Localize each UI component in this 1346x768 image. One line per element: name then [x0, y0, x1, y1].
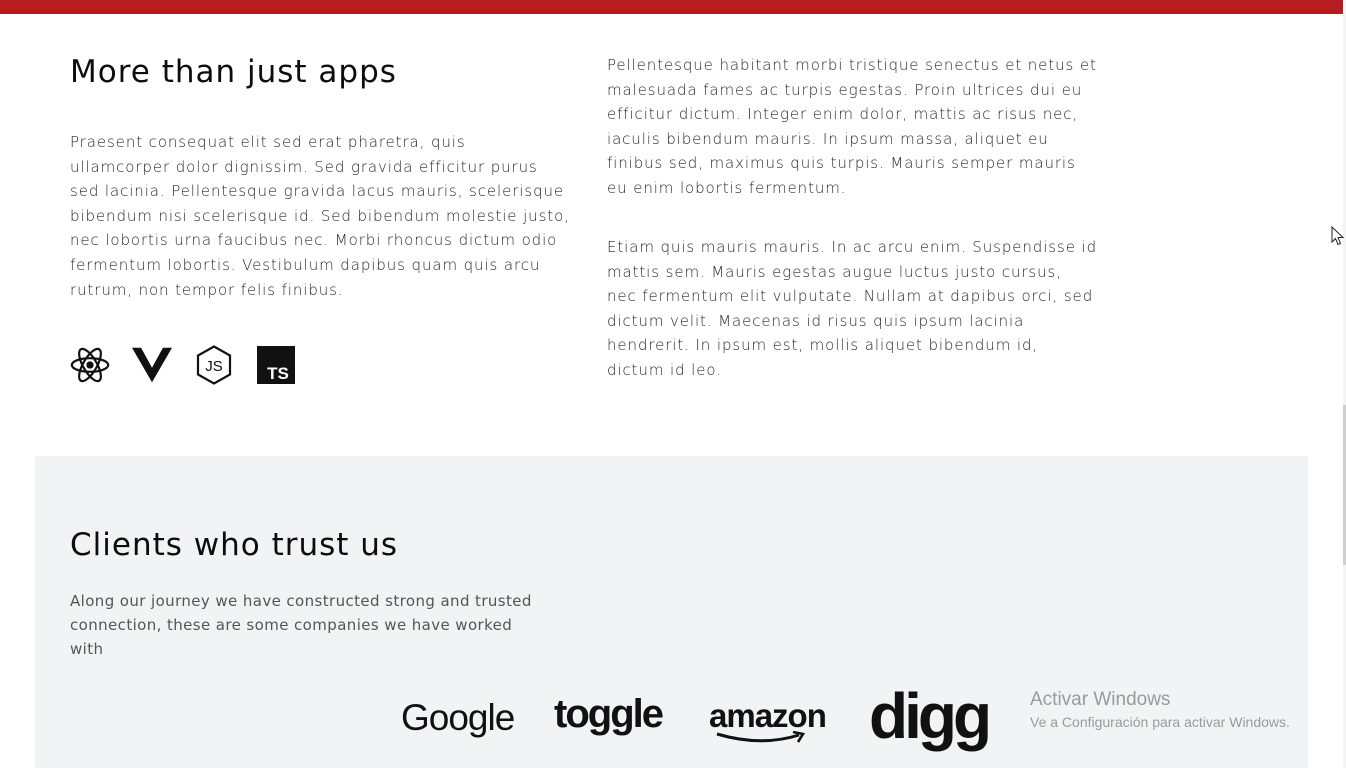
apps-paragraph-1: Pellentesque habitant morbi tristique se…	[607, 56, 1097, 197]
nodejs-icon: JS	[194, 345, 234, 385]
apps-section-title: More than just apps	[70, 54, 397, 90]
tech-stack-icons: JS TS	[70, 345, 296, 385]
windows-activation-subtitle: Ve a Configuración para activar Windows.	[1030, 714, 1290, 730]
windows-activation-title: Activar Windows	[1030, 689, 1171, 710]
amazon-logo: amazon	[709, 697, 827, 743]
apps-paragraph-2: Etiam quis mauris mauris. In ac arcu eni…	[607, 238, 1098, 379]
typescript-icon: TS	[256, 345, 296, 385]
apps-intro-paragraph: Praesent consequat elit sed erat pharetr…	[70, 133, 570, 299]
toggle-logo: toggle	[554, 692, 664, 736]
amazon-smile-icon	[716, 731, 806, 743]
mouse-cursor-icon	[1331, 226, 1345, 246]
react-icon	[70, 345, 110, 385]
header-accent-bar	[0, 0, 1343, 14]
vue-icon	[132, 345, 172, 385]
clients-description: Along our journey we have constructed st…	[70, 592, 532, 658]
google-logo: Google	[401, 697, 515, 738]
svg-text:TS: TS	[267, 364, 289, 383]
amazon-logo-text: amazon	[709, 697, 827, 734]
svg-text:JS: JS	[205, 358, 223, 375]
clients-section-title: Clients who trust us	[70, 527, 399, 563]
digg-logo: digg	[869, 680, 992, 752]
